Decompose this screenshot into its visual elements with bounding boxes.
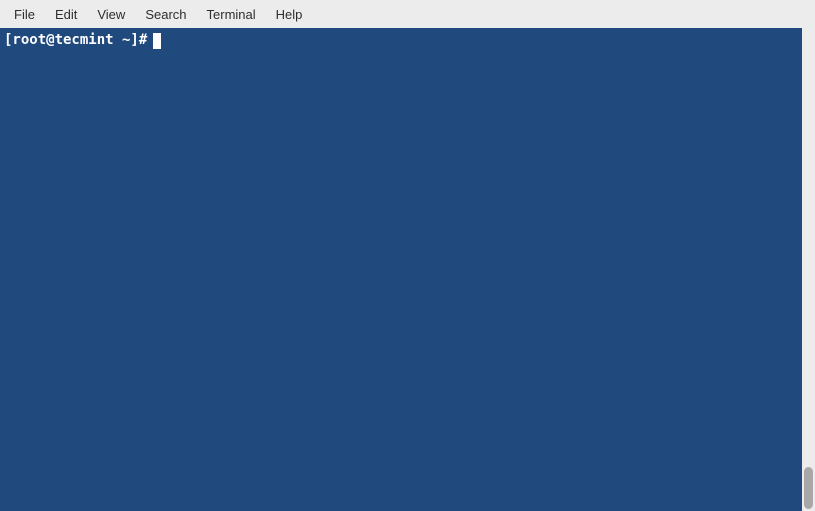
terminal-viewport[interactable]: [root@tecmint ~]# [0,28,802,511]
menu-search[interactable]: Search [135,3,196,26]
menu-edit[interactable]: Edit [45,3,87,26]
terminal-content: [root@tecmint ~]# [0,28,802,53]
menubar: File Edit View Search Terminal Help [0,0,815,28]
scrollbar-vertical[interactable] [802,28,815,511]
menu-help[interactable]: Help [266,3,313,26]
menu-terminal[interactable]: Terminal [197,3,266,26]
menu-file[interactable]: File [4,3,45,26]
prompt-line: [root@tecmint ~]# [4,31,798,50]
menu-view[interactable]: View [87,3,135,26]
shell-prompt: [root@tecmint ~]# [4,31,147,50]
cursor [153,33,161,49]
scrollbar-thumb[interactable] [804,467,813,509]
